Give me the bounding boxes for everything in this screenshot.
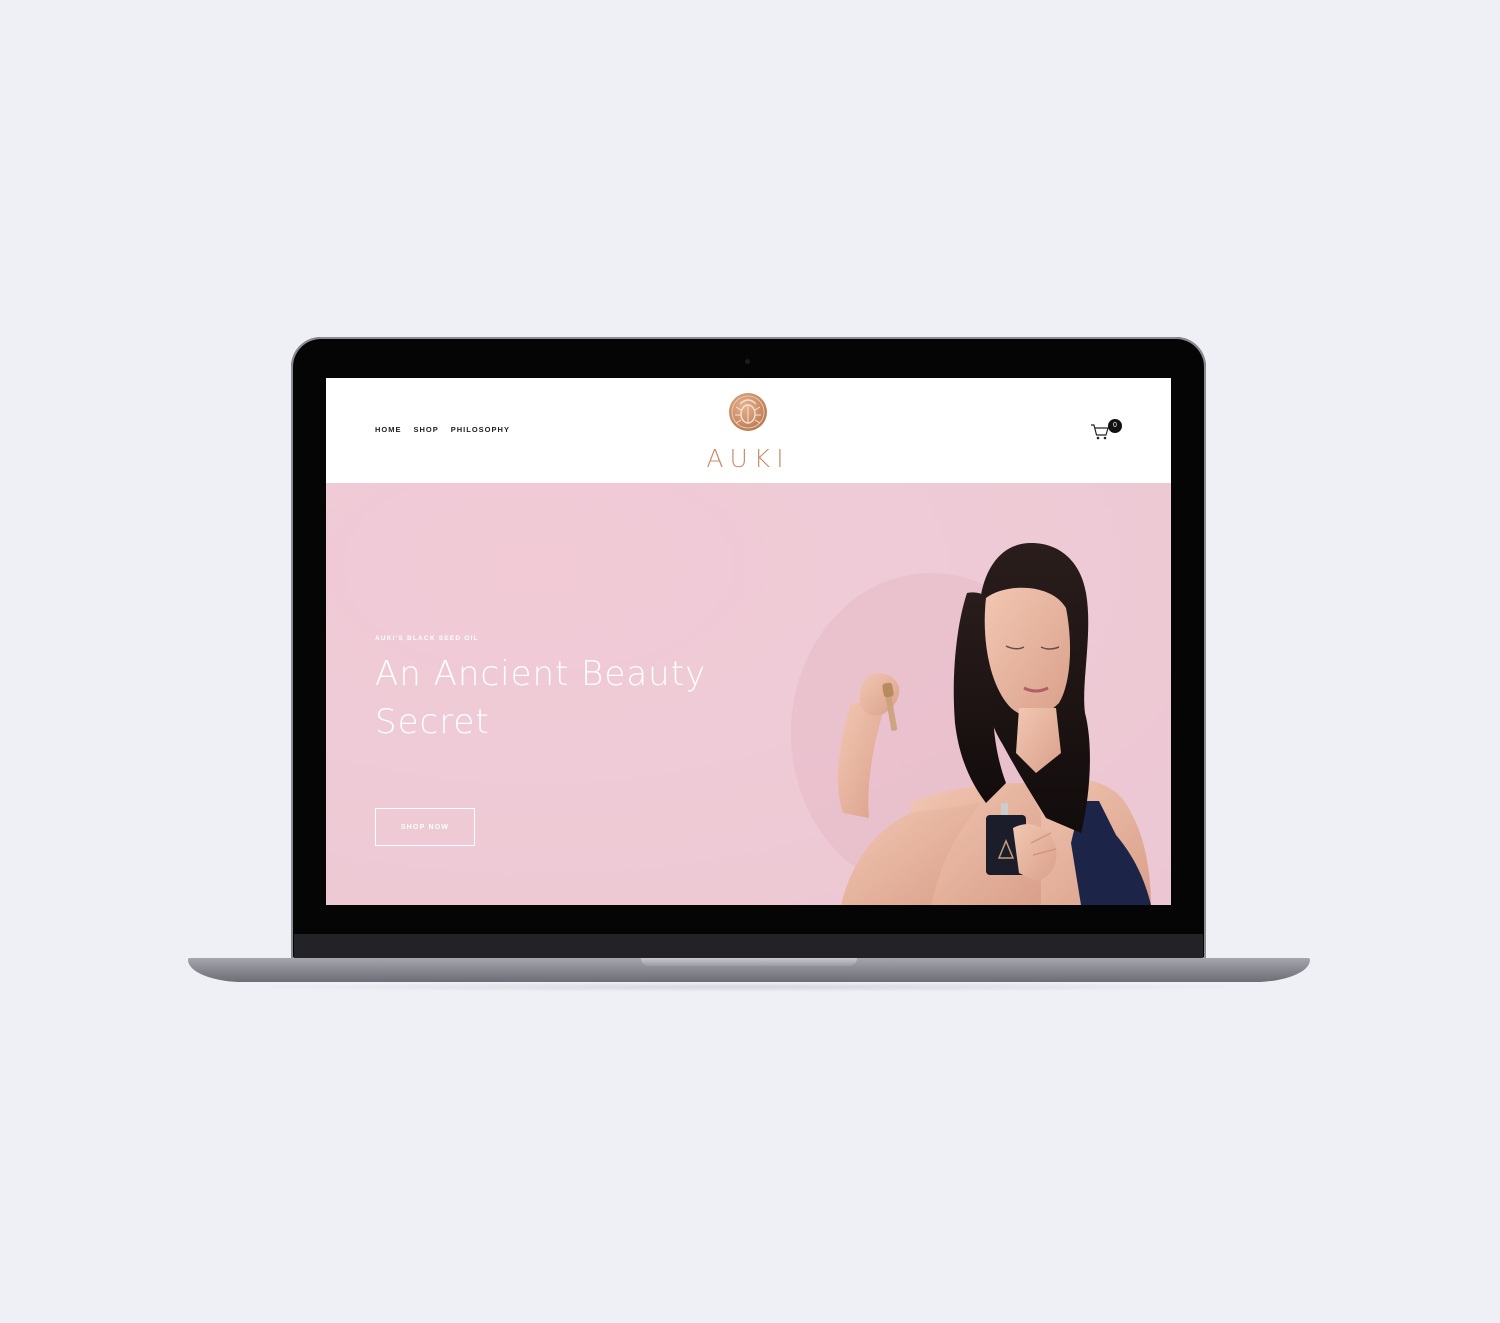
webcam [745, 359, 750, 364]
site-header: HOME SHOP PHILOSOPHY AUKI 0 [326, 378, 1171, 483]
hero-model-photo [791, 543, 1151, 905]
cart-count-badge: 0 [1108, 419, 1122, 433]
laptop-bezel-bottom [294, 934, 1203, 958]
nav-shop[interactable]: SHOP [414, 425, 439, 434]
laptop-screen: HOME SHOP PHILOSOPHY AUKI 0 AUKI'S BLACK… [326, 378, 1171, 905]
shop-now-button[interactable]: SHOP NOW [375, 808, 475, 846]
hero-banner: AUKI'S BLACK SEED OIL An Ancient Beauty … [326, 483, 1171, 905]
nav-home[interactable]: HOME [375, 425, 402, 434]
shopping-cart-icon [1091, 424, 1109, 440]
scarab-emblem-icon[interactable] [728, 392, 768, 432]
main-nav: HOME SHOP PHILOSOPHY [375, 425, 510, 434]
cart-button[interactable]: 0 [1090, 419, 1126, 443]
nav-philosophy[interactable]: PHILOSOPHY [451, 425, 510, 434]
laptop-notch [641, 958, 857, 966]
brand-logo-text[interactable]: AUKI [698, 444, 798, 473]
laptop-shadow [230, 982, 1270, 992]
hero-eyebrow: AUKI'S BLACK SEED OIL [375, 635, 479, 642]
